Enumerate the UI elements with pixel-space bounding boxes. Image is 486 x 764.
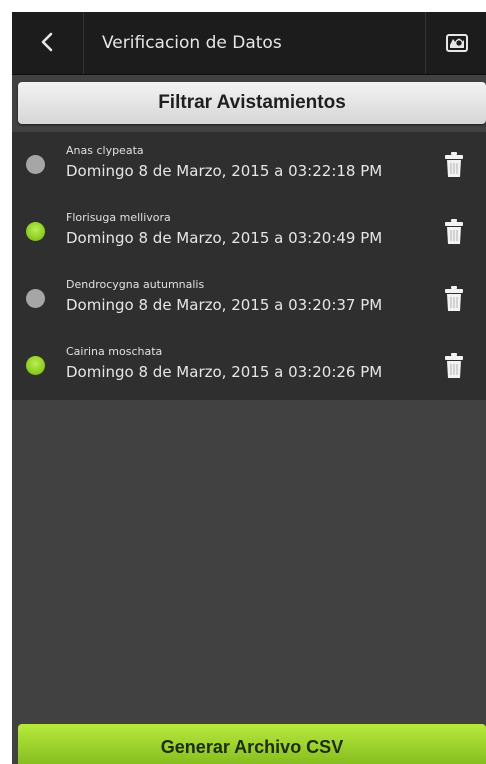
sighting-datetime: Domingo 8 de Marzo, 2015 a 03:20:37 PM [66, 296, 383, 314]
list-item[interactable]: Dendrocygna autumnalis Domingo 8 de Marz… [12, 266, 486, 333]
back-button[interactable] [12, 12, 84, 74]
filter-sightings-button[interactable]: Filtrar Avistamientos [18, 82, 486, 124]
status-dot [26, 289, 45, 308]
generate-csv-button[interactable]: Generar Archivo CSV [18, 724, 486, 764]
sightings-list: Anas clypeata Domingo 8 de Marzo, 2015 a… [12, 132, 486, 400]
sighting-datetime: Domingo 8 de Marzo, 2015 a 03:20:49 PM [66, 229, 383, 247]
status-dot [26, 356, 45, 375]
sighting-datetime: Domingo 8 de Marzo, 2015 a 03:20:26 PM [66, 363, 383, 381]
sighting-datetime: Domingo 8 de Marzo, 2015 a 03:22:18 PM [66, 162, 383, 180]
status-dot [26, 222, 45, 241]
trash-icon[interactable] [444, 152, 464, 178]
list-item[interactable]: Florisuga mellivora Domingo 8 de Marzo, … [12, 199, 486, 266]
app-screen: Verificacion de Datos Filtrar Avistamien… [12, 12, 486, 764]
list-item[interactable]: Anas clypeata Domingo 8 de Marzo, 2015 a… [12, 132, 486, 199]
page-title: Verificacion de Datos [102, 33, 282, 53]
species-name: Florisuga mellivora [66, 211, 171, 224]
list-item[interactable]: Cairina moschata Domingo 8 de Marzo, 201… [12, 333, 486, 400]
status-dot [26, 155, 45, 174]
trash-icon[interactable] [444, 219, 464, 245]
chevron-left-icon [41, 32, 53, 52]
map-button[interactable] [425, 12, 486, 74]
trash-icon[interactable] [444, 286, 464, 312]
app-header: Verificacion de Datos [12, 12, 486, 75]
trash-icon[interactable] [444, 353, 464, 379]
species-name: Dendrocygna autumnalis [66, 278, 205, 291]
species-name: Anas clypeata [66, 144, 144, 157]
map-icon [446, 34, 468, 52]
species-name: Cairina moschata [66, 345, 163, 358]
